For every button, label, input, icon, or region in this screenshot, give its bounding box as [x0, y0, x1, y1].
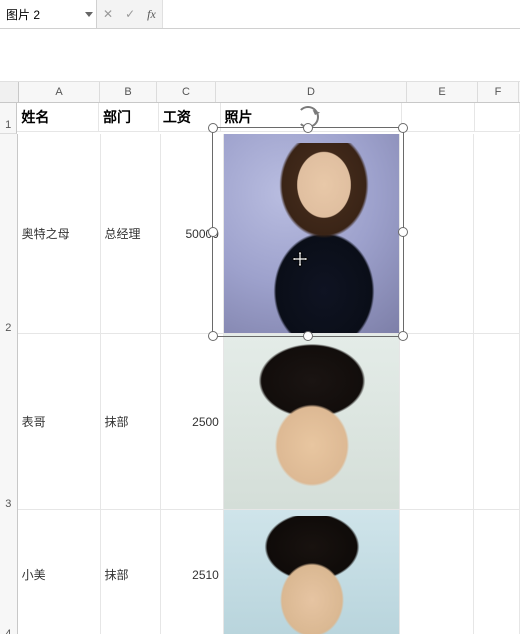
- cell[interactable]: [474, 510, 520, 634]
- cell[interactable]: [400, 134, 474, 334]
- table-row: 4小美抹部2510: [0, 510, 520, 634]
- name-box[interactable]: [0, 0, 97, 28]
- table-row: 3表哥抹部2500: [0, 334, 520, 510]
- name-box-dropdown[interactable]: [82, 0, 96, 28]
- col-header-E[interactable]: E: [407, 82, 478, 102]
- select-all-corner[interactable]: [0, 82, 19, 102]
- cell[interactable]: [400, 510, 474, 634]
- col-header-D[interactable]: D: [216, 82, 407, 102]
- row-header[interactable]: 3: [0, 334, 18, 513]
- col-header-B[interactable]: B: [100, 82, 157, 102]
- row-header[interactable]: 2: [0, 134, 18, 337]
- cancel-icon[interactable]: ✕: [103, 7, 113, 21]
- name-box-input[interactable]: [0, 7, 82, 21]
- ribbon-collapsed-area: [0, 29, 520, 82]
- confirm-icon[interactable]: ✓: [125, 7, 135, 21]
- cell[interactable]: [474, 334, 520, 510]
- cell-dept[interactable]: 抹部: [101, 334, 162, 510]
- formula-bar: ✕ ✓ fx: [0, 0, 520, 29]
- cell-dept[interactable]: 抹部: [101, 510, 162, 634]
- sheet-grid[interactable]: 1 姓名 部门 工资 照片 2奥特之母总经理500003表哥抹部25004小美抹…: [0, 103, 520, 634]
- cell[interactable]: [474, 134, 520, 334]
- cell[interactable]: [475, 103, 520, 132]
- formula-input[interactable]: [162, 0, 520, 28]
- cell-header-name[interactable]: 姓名: [17, 103, 99, 132]
- cell-salary[interactable]: 2510: [161, 510, 224, 634]
- photo-image[interactable]: [224, 334, 400, 509]
- photo-image[interactable]: [224, 510, 400, 634]
- col-header-A[interactable]: A: [19, 82, 100, 102]
- photo-image[interactable]: [224, 134, 400, 333]
- cell-salary[interactable]: 2500: [161, 334, 224, 510]
- cell-dept[interactable]: 总经理: [101, 134, 162, 334]
- row-header-1[interactable]: 1: [0, 103, 17, 134]
- cell[interactable]: [402, 103, 475, 132]
- col-header-C[interactable]: C: [157, 82, 216, 102]
- cell-header-dept[interactable]: 部门: [99, 103, 159, 132]
- table-row: 2奥特之母总经理50000: [0, 134, 520, 334]
- table-row: 1 姓名 部门 工资 照片: [0, 103, 520, 134]
- cell-name[interactable]: 表哥: [18, 334, 101, 510]
- cell-name[interactable]: 奥特之母: [18, 134, 101, 334]
- row-header[interactable]: 4: [0, 510, 18, 634]
- formula-controls: ✕ ✓ fx: [97, 0, 162, 28]
- cell-salary[interactable]: 50000: [161, 134, 224, 334]
- cell-header-photo[interactable]: 照片: [221, 103, 403, 132]
- fx-icon[interactable]: fx: [147, 7, 156, 22]
- cell-photo[interactable]: [224, 134, 401, 334]
- cell-photo[interactable]: [224, 334, 401, 510]
- cell-header-salary[interactable]: 工资: [159, 103, 221, 132]
- cell-name[interactable]: 小美: [18, 510, 101, 634]
- col-header-F[interactable]: F: [478, 82, 519, 102]
- cell-photo[interactable]: [224, 510, 401, 634]
- column-headers: A B C D E F: [0, 82, 520, 103]
- cell[interactable]: [400, 334, 474, 510]
